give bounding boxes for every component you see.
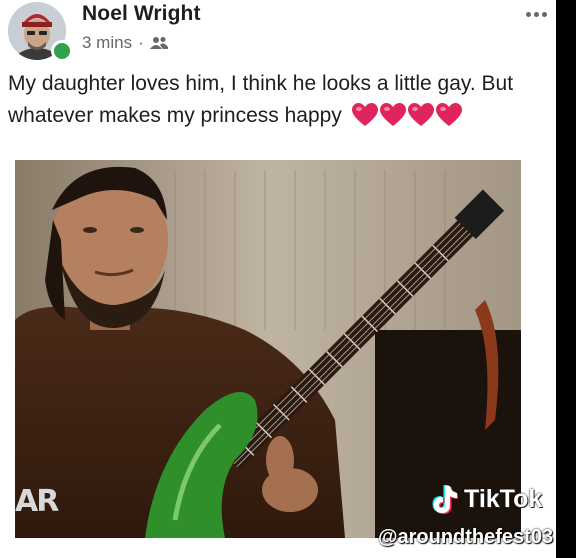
meta-separator: ·: [138, 33, 144, 52]
more-dot-icon: [526, 12, 531, 17]
tiktok-brand: TikTok: [464, 484, 543, 513]
post-card: Noel Wright 3 mins · My daughter loves h…: [0, 0, 556, 558]
post-meta: 3 mins ·: [82, 33, 168, 53]
post-time[interactable]: 3 mins: [82, 33, 132, 53]
author-name[interactable]: Noel Wright: [82, 2, 201, 26]
heart-icon: [435, 103, 462, 126]
more-dot-icon: [534, 12, 539, 17]
tiktok-logo-icon: [432, 485, 458, 514]
more-dot-icon: [542, 12, 547, 17]
tiktok-watermark: TikTok: [430, 484, 542, 514]
heart-icon: [351, 103, 378, 126]
heart-icon: [407, 103, 434, 126]
online-status-dot: [51, 40, 73, 62]
post-text: My daughter loves him, I think he looks …: [8, 68, 553, 132]
channel-logo: AR: [15, 484, 59, 519]
tiktok-handle: @aroundthefest03: [378, 526, 554, 548]
heart-emojis: [351, 103, 462, 127]
guitarist-photo: [15, 160, 521, 538]
friends-icon: [149, 37, 168, 49]
post-image[interactable]: [15, 160, 521, 538]
more-options-button[interactable]: [526, 12, 547, 17]
heart-icon: [379, 103, 406, 126]
